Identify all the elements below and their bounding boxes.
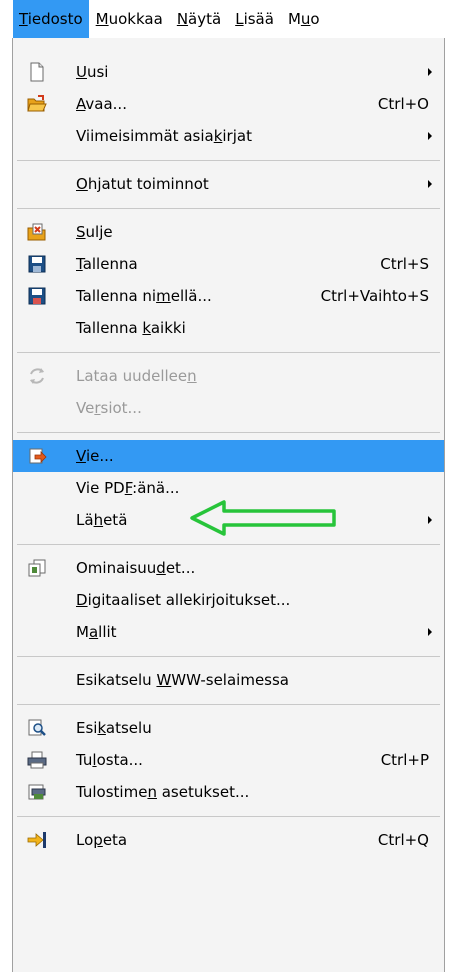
menu-separator [17,432,440,433]
save-icon [28,255,46,273]
submenu-arrow-icon [428,132,432,140]
menu-item-reload: Lataa uudelleen [13,360,444,392]
menu-item-print[interactable]: Tulosta... Ctrl+P [13,744,444,776]
menu-separator [17,208,440,209]
properties-icon [28,559,46,577]
shortcut-label: Ctrl+P [380,751,429,769]
menu-item-properties[interactable]: Ominaisuudet... [13,552,444,584]
menubar-item-nayta[interactable]: Näytä [170,0,228,38]
menu-separator [17,160,440,161]
close-document-icon [27,223,46,241]
menu-item-templates[interactable]: Mallit [13,616,444,648]
menu-item-preview-in-browser[interactable]: Esikatselu WWW-selaimessa [13,664,444,696]
reload-icon [30,368,44,384]
menubar-item-muokkaa[interactable]: Muokkaa [89,0,170,38]
menu-item-save-all[interactable]: Tallenna kaikki [13,312,444,344]
menu-item-save-as[interactable]: Tallenna nimellä... Ctrl+Vaihto+S [13,280,444,312]
menu-separator [17,704,440,705]
menubar-item-lisaa[interactable]: Lisää [228,0,281,38]
menu-bar: Tiedosto Muokkaa Näytä Lisää Muo [0,0,457,38]
menu-item-digital-signatures[interactable]: Digitaaliset allekirjoitukset... [13,584,444,616]
menu-separator [17,816,440,817]
shortcut-label: Ctrl+Vaihto+S [320,287,429,305]
menu-separator [17,656,440,657]
open-folder-icon [27,95,47,112]
annotation-arrow-icon [190,500,336,536]
menu-item-export[interactable]: Vie... [13,440,444,472]
menu-item-open[interactable]: Avaa... Ctrl+O [13,88,444,120]
printer-settings-icon [28,784,46,800]
menu-item-print-preview[interactable]: Esikatselu [13,712,444,744]
menu-item-printer-settings[interactable]: Tulostimen asetukset... [13,776,444,808]
submenu-arrow-icon [428,628,432,636]
menu-separator [17,544,440,545]
menubar-item-tiedosto[interactable]: Tiedosto [13,0,89,38]
export-icon [29,448,47,464]
menu-item-close[interactable]: Sulje [13,216,444,248]
exit-icon [27,832,46,848]
print-icon [27,751,47,769]
print-preview-icon [28,719,46,736]
submenu-arrow-icon [428,516,432,524]
menu-separator [17,352,440,353]
menu-item-exit[interactable]: Lopeta Ctrl+Q [13,824,444,856]
menu-item-versions: Versiot... [76,399,142,417]
menu-item-recent-documents[interactable]: Viimeisimmät asiakirjat [13,120,444,152]
submenu-arrow-icon [428,68,432,76]
submenu-arrow-icon [428,180,432,188]
menu-item-wizards[interactable]: Ohjatut toiminnot [13,168,444,200]
save-as-icon [28,287,46,305]
new-document-icon [30,62,44,82]
shortcut-label: Ctrl+S [380,255,429,273]
menubar-item-muotoilu[interactable]: Muo [281,0,327,38]
shortcut-label: Ctrl+Q [377,831,429,849]
menu-item-new[interactable]: Uusi [13,56,444,88]
shortcut-label: Ctrl+O [377,95,429,113]
menu-item-save[interactable]: Tallenna Ctrl+S [13,248,444,280]
